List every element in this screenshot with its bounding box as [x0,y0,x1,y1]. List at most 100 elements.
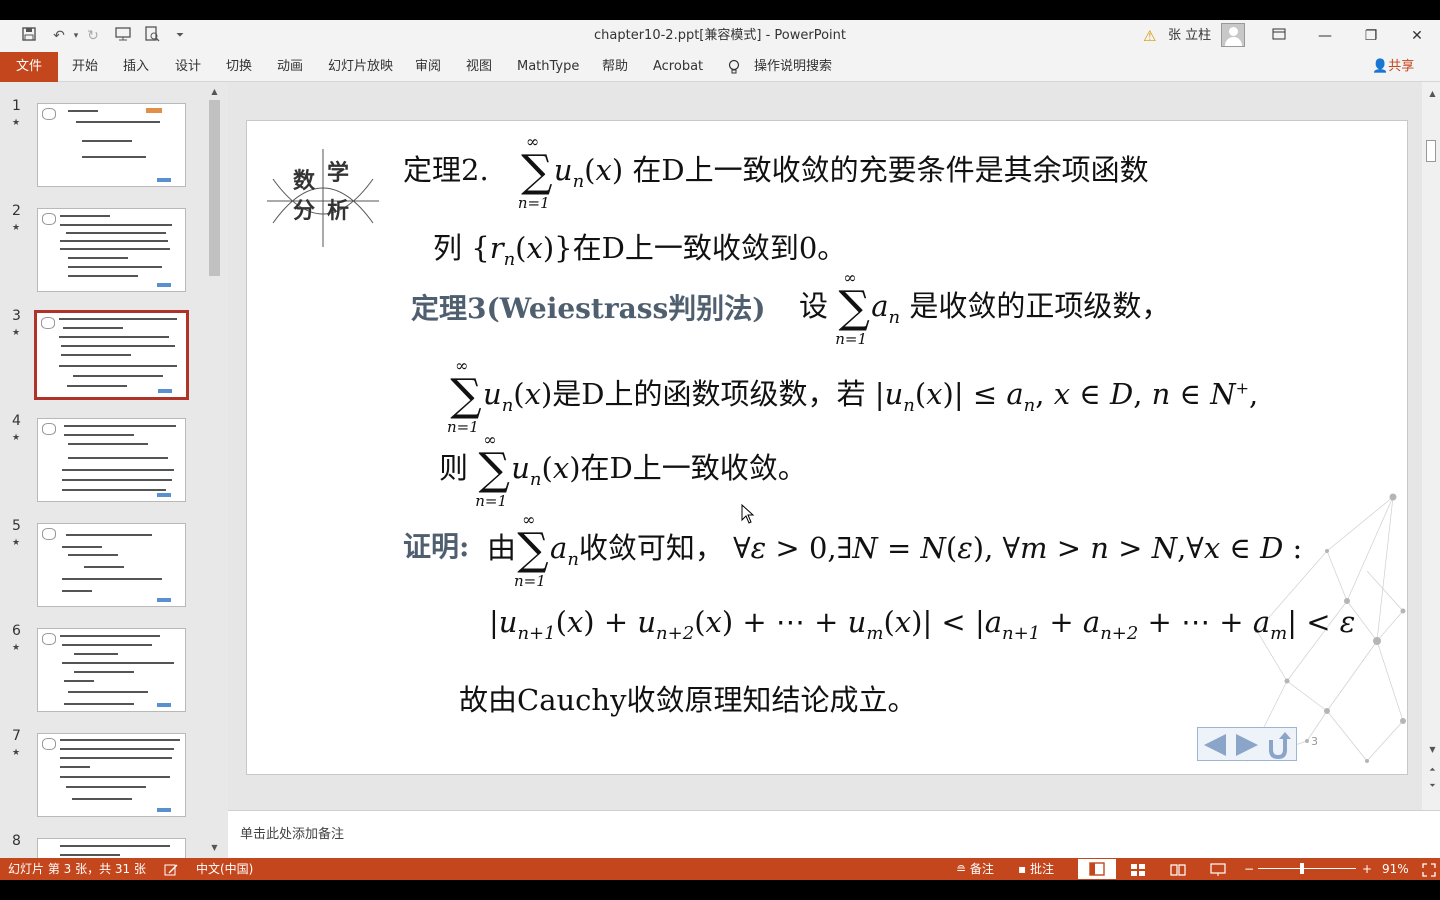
animation-star-icon: ★ [12,118,21,128]
theorem3-line3-prefix: 则 [439,451,469,485]
notes-placeholder[interactable]: 单击此处添加备注 [240,823,344,842]
slide-nav-buttons [1197,727,1297,761]
thumb-number: 8 [12,833,21,849]
slide-thumbnail-7[interactable] [37,733,186,817]
logo-char: 析 [327,199,350,224]
animation-star-icon: ★ [12,538,21,548]
lightbulb-icon[interactable] [728,52,740,82]
theorem2-label: 定理2. [403,153,489,187]
scroll-down-icon[interactable]: ▼ [1425,744,1440,756]
user-name[interactable]: 张 立柱 [1168,26,1211,46]
thumb-number: 5 [12,518,21,534]
bottom-black-bar [0,880,1440,900]
notes-btn-label: 备注 [969,862,994,876]
share-label: 共享 [1388,59,1415,74]
scroll-up-icon[interactable]: ▲ [1425,88,1440,100]
slide-page-number: 3 [1311,735,1318,748]
tab-acrobat[interactable]: Acrobat [653,52,703,82]
theorem3-line1-prefix: 设 [799,289,829,323]
share-button[interactable]: 👤共享 [1372,52,1414,82]
slide-thumbnail-1[interactable] [37,103,186,187]
thumb-number: 1 [12,98,21,114]
tab-mathtype[interactable]: MathType [517,52,579,82]
slide-editing-area: 数 学 分 析 定理2. ∑ ∞ n=1 un(x) 在D上一致收敛的充要条件是其余项… [228,82,1422,810]
restore-icon[interactable]: ❐ [1356,24,1386,48]
warning-icon[interactable]: ⚠ [1143,26,1156,46]
ribbon-display-options-icon[interactable] [1264,24,1294,48]
tab-slideshow[interactable]: 幻灯片放映 [328,52,393,82]
comment-icon: ▪ [1018,862,1027,876]
theorem3-line2-mid: 是D上的函数项级数，若 [552,377,866,411]
slideshow-view-icon[interactable] [1210,858,1226,880]
mouse-cursor-icon [741,504,755,524]
slide-thumbnail-pane: 1 ★ 2 ★ 3 ★ 4 ★ 5 ★ 6 ★ 7 ★ 8 ▲ ▼ [0,82,228,858]
slide-canvas[interactable]: 数 学 分 析 定理2. ∑ ∞ n=1 un(x) 在D上一致收敛的充要条件是其余项… [246,120,1408,775]
proof-conclusion: 故由Cauchy收敛原理知结论成立。 [459,683,917,717]
vertical-scroll-thumb[interactable] [1426,140,1436,162]
proof-line1-prefix: 由 [487,531,517,565]
tab-review[interactable]: 审阅 [415,52,441,82]
spelling-check-icon[interactable] [164,858,178,880]
slide-thumbnail-2[interactable] [37,208,186,292]
tell-me-search[interactable]: 操作说明搜索 [754,52,832,82]
slide-thumbnail-5[interactable] [37,523,186,607]
thumb-number: 7 [12,728,21,744]
zoom-slider-track[interactable] [1258,868,1356,869]
next-slide-arrow-icon[interactable]: ⏷ [1425,780,1440,792]
comments-toggle-button[interactable]: ▪ 批注 [1018,858,1054,880]
avatar[interactable] [1221,23,1245,47]
language-indicator[interactable]: 中文(中国) [196,858,253,880]
theorem3-line1-suffix: 是收敛的正项级数， [909,289,1171,323]
sum-symbol: ∑ ∞ n=1 [447,356,482,436]
slide-thumbnail-8[interactable] [37,838,186,858]
animation-star-icon: ★ [12,223,21,233]
minimize-icon[interactable]: — [1310,24,1340,48]
proof-line1: 由∑ ∞ n=1 an收敛可知， ∀ε > 0,∃N = N(ε), ∀m > n >… [487,510,1303,590]
logo-char: 分 [293,199,316,224]
tab-animations[interactable]: 动画 [277,52,303,82]
slide-thumbnail-4[interactable] [37,418,186,502]
notes-toggle-button[interactable]: ≘ 备注 [956,858,994,880]
next-slide-icon[interactable] [1232,730,1262,760]
previous-slide-icon[interactable] [1200,730,1230,760]
logo-char: 数 [293,169,316,194]
slide-vertical-scrollbar[interactable]: ▲ ▼ ⏶ ⏷ [1422,82,1440,810]
tab-transitions[interactable]: 切换 [226,52,252,82]
thumbnail-scroll-thumb[interactable] [209,100,220,276]
scroll-down-icon[interactable]: ▼ [207,842,222,854]
proof-label: 证明: [403,530,470,563]
proof-line1-mid: 收敛可知， [578,531,724,565]
top-black-bar [0,0,1440,20]
return-icon[interactable] [1264,730,1294,760]
previous-slide-arrow-icon[interactable]: ⏶ [1425,764,1440,776]
zoom-out-button[interactable]: − [1244,858,1254,880]
normal-view-button[interactable] [1078,859,1116,879]
slide-thumbnail-3-active[interactable] [34,310,189,400]
zoom-slider-knob[interactable] [1300,863,1304,874]
tab-insert[interactable]: 插入 [123,52,149,82]
scroll-up-icon[interactable]: ▲ [207,86,222,98]
tab-design[interactable]: 设计 [175,52,201,82]
zoom-in-button[interactable]: + [1362,858,1372,880]
thumbnail-scrollbar[interactable]: ▲ ▼ [207,86,222,856]
slide-count: 幻灯片 第 3 张，共 31 张 [8,862,146,876]
fit-to-window-icon[interactable] [1422,858,1436,880]
slide-thumbnail-6[interactable] [37,628,186,712]
tab-home[interactable]: 开始 [72,52,98,82]
theorem2-line2: 列 {rn(x)}在D上一致收敛到0。 [433,231,847,270]
close-icon[interactable]: ✕ [1402,24,1432,48]
math-analysis-logo: 数 学 分 析 [267,149,379,247]
slide-sorter-view-icon[interactable] [1130,858,1146,880]
notes-pane[interactable]: 单击此处添加备注 [228,810,1440,858]
reading-view-icon[interactable] [1170,858,1186,880]
theorem2-line2-suffix: 在D上一致收敛到0。 [572,231,847,265]
zoom-level[interactable]: 91% [1382,858,1409,880]
theorem3-line3: 则 ∑ ∞ n=1 un(x)在D上一致收敛。 [439,430,807,510]
tab-help[interactable]: 帮助 [602,52,628,82]
animation-star-icon: ★ [12,748,21,758]
tab-file[interactable]: 文件 [0,52,58,82]
tab-view[interactable]: 视图 [466,52,492,82]
share-user-icon: 👤 [1372,59,1389,74]
ribbon-tabs: 文件 开始 插入 设计 切换 动画 幻灯片放映 审阅 视图 MathType 帮… [0,52,1440,82]
theorem3-line1: 设 ∑ ∞ n=1 an 是收敛的正项级数， [799,268,1171,348]
